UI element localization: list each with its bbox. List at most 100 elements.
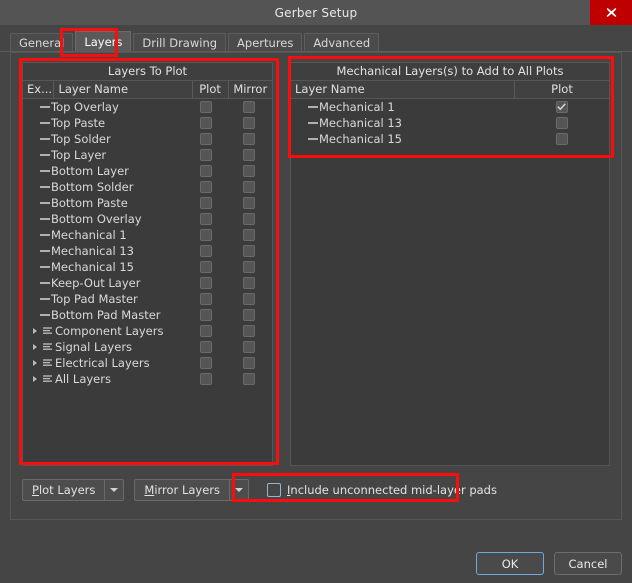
plot-checkbox[interactable] <box>200 197 212 209</box>
table-row[interactable]: Mechanical 1 <box>291 99 609 115</box>
table-row[interactable]: Top Paste <box>23 115 272 131</box>
plot-checkbox[interactable] <box>200 165 212 177</box>
row-name-cell: Bottom Overlay <box>23 212 187 226</box>
layer-dash-icon <box>38 106 51 108</box>
plot-checkbox[interactable] <box>200 213 212 225</box>
mirror-checkbox[interactable] <box>242 373 255 385</box>
table-row[interactable]: Bottom Solder <box>23 179 272 195</box>
mirror-checkbox[interactable] <box>242 181 255 193</box>
mirror-checkbox[interactable] <box>242 261 255 273</box>
plot-checkbox[interactable] <box>200 357 212 369</box>
plot-layers-accel: P <box>32 483 39 497</box>
plot-checkbox[interactable] <box>200 373 212 385</box>
mirror-checkbox[interactable] <box>242 277 255 289</box>
table-row[interactable]: Mechanical 1 <box>23 227 272 243</box>
plot-checkbox[interactable] <box>200 117 212 129</box>
table-row[interactable]: Component Layers <box>23 323 272 339</box>
plot-checkbox[interactable] <box>555 117 568 129</box>
mirror-cell <box>225 133 272 145</box>
plot-checkbox[interactable] <box>200 101 212 113</box>
layers-to-plot-list[interactable]: Top Overlay Top Paste Top Solder Top Layer B… <box>23 99 272 387</box>
table-row[interactable]: Bottom Paste <box>23 195 272 211</box>
row-name-cell: Top Pad Master <box>23 292 187 306</box>
row-name-cell: Bottom Solder <box>23 180 187 194</box>
mirror-checkbox[interactable] <box>242 149 255 161</box>
expand-arrow-icon[interactable] <box>29 339 40 355</box>
table-row[interactable]: Mechanical 13 <box>23 243 272 259</box>
mirror-checkbox[interactable] <box>242 293 255 305</box>
mirror-checkbox[interactable] <box>242 229 255 241</box>
plot-layers-button-label: Plot Layers <box>22 479 105 501</box>
table-row[interactable]: Mechanical 15 <box>291 131 609 147</box>
expand-arrow-icon[interactable] <box>29 323 40 339</box>
column-header-mirror: Mirror <box>227 81 272 98</box>
plot-checkbox[interactable] <box>200 277 212 289</box>
mirror-checkbox[interactable] <box>242 341 255 353</box>
plot-checkbox[interactable] <box>200 181 212 193</box>
plot-checkbox[interactable] <box>555 133 568 145</box>
table-row[interactable]: Top Pad Master <box>23 291 272 307</box>
mirror-checkbox[interactable] <box>242 245 255 257</box>
plot-checkbox[interactable] <box>555 101 568 113</box>
table-row[interactable]: Bottom Overlay <box>23 211 272 227</box>
mirror-layers-button[interactable]: Mirror Layers <box>134 479 249 501</box>
plot-checkbox[interactable] <box>200 133 212 145</box>
mirror-layers-button-label: Mirror Layers <box>134 479 229 501</box>
table-row[interactable]: Bottom Pad Master <box>23 307 272 323</box>
layer-name-label: Top Overlay <box>51 100 119 114</box>
plot-checkbox[interactable] <box>200 245 212 257</box>
plot-layers-dropdown-arrow[interactable] <box>104 479 125 501</box>
plot-checkbox[interactable] <box>200 149 212 161</box>
plot-checkbox[interactable] <box>200 229 212 241</box>
plot-cell <box>187 357 225 369</box>
table-row[interactable]: Top Solder <box>23 131 272 147</box>
mirror-checkbox[interactable] <box>242 197 255 209</box>
tab-drill-drawing[interactable]: Drill Drawing <box>133 33 227 52</box>
layer-name-label: Mechanical 15 <box>51 260 134 274</box>
mirror-checkbox[interactable] <box>242 165 255 177</box>
layer-name-label: Mechanical 1 <box>319 100 395 114</box>
mirror-checkbox[interactable] <box>242 213 255 225</box>
mirror-checkbox[interactable] <box>242 309 255 321</box>
table-row[interactable]: Mechanical 15 <box>23 259 272 275</box>
mechanical-layers-list[interactable]: Mechanical 1 Mechanical 13 Mechanical 15 <box>291 99 609 147</box>
mirror-checkbox[interactable] <box>242 101 255 113</box>
ok-button[interactable]: OK <box>476 552 544 575</box>
plot-cell <box>187 229 225 241</box>
row-name-cell: Bottom Pad Master <box>23 308 187 322</box>
tab-general[interactable]: General <box>10 33 74 52</box>
tab-layers[interactable]: Layers <box>75 31 132 52</box>
plot-checkbox[interactable] <box>200 261 212 273</box>
table-row[interactable]: Top Layer <box>23 147 272 163</box>
plot-checkbox[interactable] <box>200 341 212 353</box>
tab-advanced[interactable]: Advanced <box>304 33 380 52</box>
table-row[interactable]: Bottom Layer <box>23 163 272 179</box>
mirror-checkbox[interactable] <box>242 357 255 369</box>
cancel-button[interactable]: Cancel <box>554 552 622 575</box>
mirror-checkbox[interactable] <box>242 325 255 337</box>
table-row[interactable]: Electrical Layers <box>23 355 272 371</box>
table-row[interactable]: All Layers <box>23 371 272 387</box>
mirror-layers-dropdown-arrow[interactable] <box>229 479 249 501</box>
layer-dash-icon <box>38 314 51 316</box>
layer-name-label: Bottom Solder <box>51 180 134 194</box>
plot-cell <box>187 325 225 337</box>
table-row[interactable]: Signal Layers <box>23 339 272 355</box>
mirror-checkbox[interactable] <box>242 117 255 129</box>
expand-arrow-icon[interactable] <box>29 355 40 371</box>
plot-cell <box>514 117 609 129</box>
table-row[interactable]: Mechanical 13 <box>291 115 609 131</box>
table-row[interactable]: Top Overlay <box>23 99 272 115</box>
plot-checkbox[interactable] <box>200 309 212 321</box>
include-unconnected-pads-row[interactable]: Include unconnected mid-layer pads <box>267 483 497 497</box>
include-unconnected-pads-checkbox[interactable] <box>267 483 281 497</box>
mirror-checkbox[interactable] <box>242 133 255 145</box>
plot-layers-button[interactable]: Plot Layers <box>22 479 125 501</box>
expand-arrow-icon[interactable] <box>29 371 40 387</box>
plot-checkbox[interactable] <box>200 325 212 337</box>
plot-checkbox[interactable] <box>200 293 212 305</box>
tab-apertures[interactable]: Apertures <box>228 33 303 52</box>
close-button[interactable] <box>590 0 632 25</box>
row-name-cell: Mechanical 13 <box>23 244 187 258</box>
table-row[interactable]: Keep-Out Layer <box>23 275 272 291</box>
